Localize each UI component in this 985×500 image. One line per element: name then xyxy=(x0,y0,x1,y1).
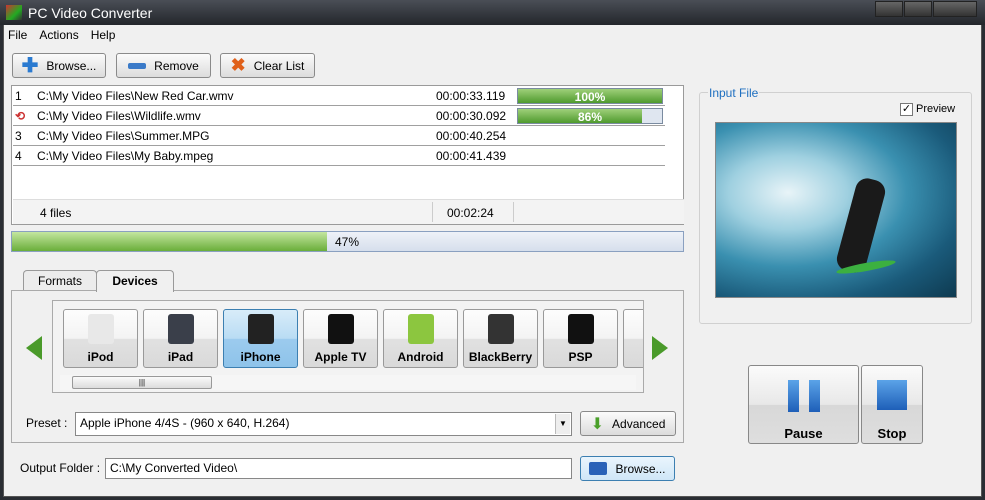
device-icon xyxy=(247,314,274,344)
stop-button[interactable]: Stop xyxy=(861,365,923,444)
file-list[interactable]: 1 C:\My Video Files\New Red Car.wmv 00:0… xyxy=(11,85,684,225)
scrollbar-thumb[interactable]: ||| xyxy=(72,376,212,389)
list-summary: 4 files 00:02:24 xyxy=(13,199,684,224)
device-icon xyxy=(407,314,434,344)
tab-devices[interactable]: Devices xyxy=(96,270,174,292)
device-ipod[interactable]: iPod xyxy=(63,309,138,368)
device-p[interactable]: P xyxy=(623,309,643,368)
device-icon xyxy=(167,314,194,344)
plus-icon: ✚ xyxy=(21,55,39,77)
minimize-button[interactable] xyxy=(875,1,903,17)
device-ipad[interactable]: iPad xyxy=(143,309,218,368)
file-row[interactable]: 4 C:\My Video Files\My Baby.mpeg 00:00:4… xyxy=(13,146,665,166)
file-row[interactable]: 1 C:\My Video Files\New Red Car.wmv 00:0… xyxy=(13,86,665,106)
advanced-button[interactable]: ⬇ Advanced xyxy=(580,411,676,436)
folder-icon xyxy=(589,462,608,475)
file-row[interactable]: ⟲ C:\My Video Files\Wildlife.wmv 00:00:3… xyxy=(13,106,665,126)
file-progress-bar: 86% xyxy=(517,108,663,124)
video-preview-image xyxy=(715,122,957,298)
device-android[interactable]: Android xyxy=(383,309,458,368)
stop-icon xyxy=(877,380,907,410)
device-scrollbar[interactable]: ||| xyxy=(60,375,636,390)
pause-button[interactable]: Pause xyxy=(748,365,859,444)
clear-list-button[interactable]: ✖ Clear List xyxy=(220,53,315,78)
device-iphone[interactable]: iPhone xyxy=(223,309,298,368)
preset-select[interactable]: Apple iPhone 4/4S - (960 x 640, H.264) ▼ xyxy=(75,412,572,436)
maximize-button[interactable] xyxy=(904,1,932,17)
menu-help[interactable]: Help xyxy=(91,28,116,42)
menu-file[interactable]: File xyxy=(8,28,27,42)
device-blackberry[interactable]: BlackBerry xyxy=(463,309,538,368)
overall-progress-bar: 47% xyxy=(11,231,684,252)
input-file-group: Input File ✓ Preview xyxy=(699,86,972,324)
output-browse-button[interactable]: Browse... xyxy=(580,456,675,481)
device-apple-tv[interactable]: Apple TV xyxy=(303,309,378,368)
arrow-down-icon: ⬇ xyxy=(590,415,605,433)
file-progress-bar: 100% xyxy=(517,88,663,104)
scroll-left-arrow-icon[interactable] xyxy=(26,336,42,360)
devices-panel: iPod iPad iPhone Apple TV Android BlackBerry P… xyxy=(11,290,684,443)
file-count: 4 files xyxy=(40,206,72,220)
converting-icon: ⟲ xyxy=(15,109,26,123)
device-icon xyxy=(87,314,114,344)
output-folder-input[interactable]: C:\My Converted Video\ xyxy=(105,458,572,479)
tab-formats[interactable]: Formats xyxy=(23,270,97,291)
pause-icon xyxy=(787,380,820,412)
input-file-title: Input File xyxy=(708,86,760,100)
output-folder-label: Output Folder : xyxy=(20,461,101,475)
file-row[interactable]: 3 C:\My Video Files\Summer.MPG 00:00:40.… xyxy=(13,126,665,146)
scroll-right-arrow-icon[interactable] xyxy=(652,336,668,360)
close-button[interactable] xyxy=(933,1,977,17)
total-duration: 00:02:24 xyxy=(447,206,494,220)
menu-actions[interactable]: Actions xyxy=(39,28,78,42)
preset-label: Preset : xyxy=(26,416,68,430)
remove-button[interactable]: Remove xyxy=(116,53,211,78)
device-icon xyxy=(567,314,594,344)
title-bar: PC Video Converter xyxy=(0,0,985,25)
minus-icon xyxy=(128,62,147,69)
device-icon xyxy=(487,314,514,344)
window-title: PC Video Converter xyxy=(28,5,153,21)
device-icon xyxy=(327,314,354,344)
browse-files-button[interactable]: ✚ Browse... xyxy=(12,53,106,78)
app-icon xyxy=(6,5,22,20)
x-icon: ✖ xyxy=(230,55,246,75)
chevron-down-icon[interactable]: ▼ xyxy=(555,414,570,434)
preview-checkbox[interactable]: ✓ xyxy=(900,103,913,116)
menu-bar: File Actions Help xyxy=(8,28,115,42)
device-psp[interactable]: PSP xyxy=(543,309,618,368)
